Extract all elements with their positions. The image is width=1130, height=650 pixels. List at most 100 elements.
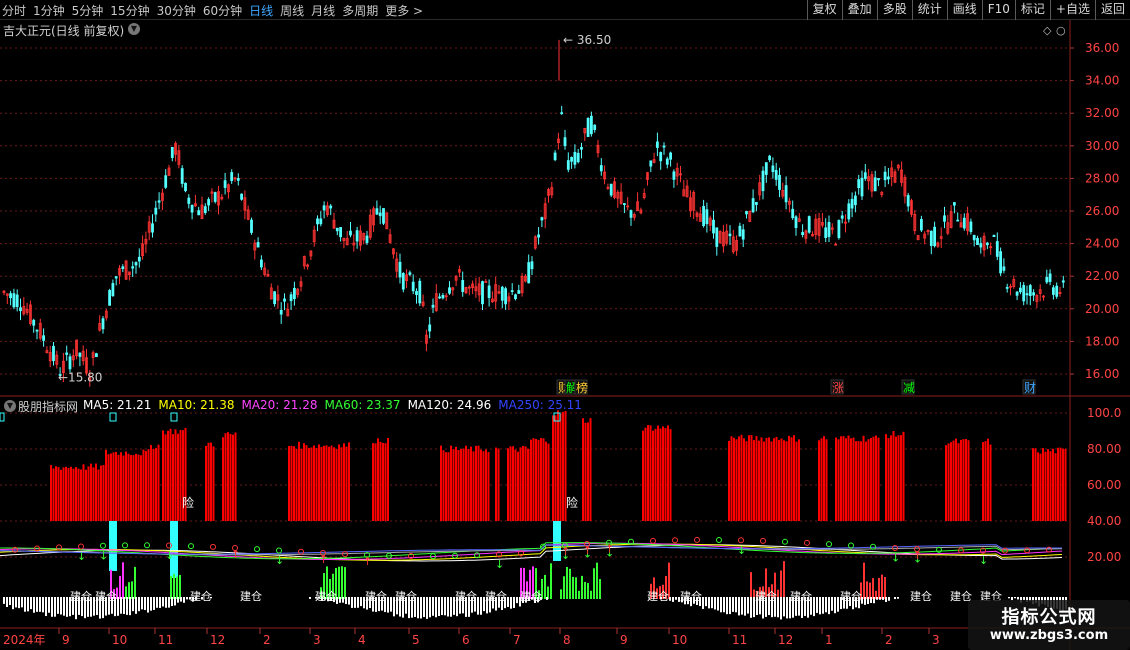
build-position-label: 建仓 xyxy=(455,589,477,603)
histogram-bar xyxy=(831,597,833,611)
strength-bar xyxy=(952,440,955,521)
candle-body xyxy=(19,307,22,312)
candle-body xyxy=(824,227,828,238)
histogram-bar xyxy=(144,597,146,611)
signal-circle xyxy=(672,537,678,544)
candle-body xyxy=(428,324,432,332)
sell-arrow: ↓ xyxy=(77,550,86,563)
signal-circle xyxy=(210,543,216,550)
strength-bar xyxy=(70,466,72,521)
period-tab[interactable]: 更多 > xyxy=(385,2,423,19)
histogram-bar xyxy=(837,597,839,612)
histogram-bar xyxy=(711,597,713,609)
strength-bar xyxy=(222,437,224,521)
toolbar-button[interactable]: F10 xyxy=(981,0,1015,20)
candle-body xyxy=(553,152,557,161)
strength-bar xyxy=(57,467,60,521)
strength-bar xyxy=(470,446,472,521)
period-tab[interactable]: 多周期 xyxy=(342,2,378,19)
toolbar-button[interactable]: 画线 xyxy=(946,0,982,20)
period-tab[interactable]: 1分钟 xyxy=(33,2,65,19)
strength-bar xyxy=(210,442,212,521)
period-tab[interactable]: 5分钟 xyxy=(72,2,104,19)
candle-body xyxy=(751,198,755,213)
strength-bar xyxy=(205,445,207,521)
candle-body xyxy=(207,199,211,206)
strength-bar xyxy=(1054,453,1057,521)
build-position-label: 建仓 xyxy=(95,589,117,603)
histogram-bar xyxy=(36,597,38,612)
period-tab[interactable]: 分时 xyxy=(2,2,26,19)
period-tab[interactable]: 15分钟 xyxy=(110,2,149,19)
build-position-label: 建仓 xyxy=(520,589,542,603)
candle-body xyxy=(840,215,844,219)
strength-bar xyxy=(860,441,862,521)
period-tab[interactable]: 日线 xyxy=(249,2,273,19)
signal-circle xyxy=(804,539,810,546)
strength-bar xyxy=(288,445,290,521)
candle-body xyxy=(322,205,326,211)
candle-body xyxy=(230,172,234,181)
chart-area[interactable]: 36.00 34.00 32.00 30.00 28.00 26.00 24.00 22.00… xyxy=(0,20,1130,650)
strength-bar xyxy=(105,449,107,521)
toolbar-button[interactable]: 复权 xyxy=(806,0,842,20)
indicator-tick-label: 20.00 xyxy=(1087,550,1121,564)
strength-bar xyxy=(887,438,890,521)
histogram-bar xyxy=(717,597,719,611)
toolbar-button[interactable]: 统计 xyxy=(911,0,947,20)
histogram-bar xyxy=(819,597,821,615)
time-axis-label: 6 xyxy=(462,633,470,647)
candle-body xyxy=(35,329,39,332)
period-tab[interactable]: 月线 xyxy=(311,2,335,19)
toolbar-button[interactable]: 返回 xyxy=(1094,0,1130,20)
toolbar-button[interactable]: 多股 xyxy=(876,0,912,20)
strength-bar xyxy=(890,435,892,521)
histogram-bar xyxy=(171,597,173,607)
chevron-down-icon[interactable]: ▼ xyxy=(4,400,16,412)
price-tick-label: 24.00 xyxy=(1085,237,1119,251)
volume-bar xyxy=(179,574,181,599)
candle-body xyxy=(481,281,484,305)
event-tag: 榜 xyxy=(576,380,588,395)
candle-body xyxy=(319,218,323,225)
toolbar-button[interactable]: +自选 xyxy=(1049,0,1095,20)
signal-circle xyxy=(144,542,150,549)
strength-bar xyxy=(60,469,62,521)
candle-body xyxy=(461,280,465,292)
period-tab[interactable]: 30分钟 xyxy=(157,2,196,19)
candle-body xyxy=(827,221,831,237)
histogram-bar xyxy=(864,597,866,605)
candle-body xyxy=(986,242,989,246)
signal-marker xyxy=(0,412,5,422)
histogram-bar xyxy=(780,597,782,620)
top-toolbar: 分时 1分钟 5分钟 15分钟 30分钟 60分钟 日线 周线 月线 多周期 更多 > 复权 叠加 多股… xyxy=(0,0,1130,20)
histogram-bar xyxy=(672,597,674,602)
toolbar-button[interactable]: 标记 xyxy=(1014,0,1050,20)
buy-arrow: ↑ xyxy=(583,544,592,557)
strength-bar xyxy=(308,447,310,521)
strength-bar xyxy=(960,439,962,521)
strength-bar xyxy=(293,446,295,521)
toolbar-button[interactable]: 叠加 xyxy=(841,0,877,20)
period-tab[interactable]: 60分钟 xyxy=(203,2,242,19)
histogram-bar xyxy=(129,597,131,616)
strength-bar xyxy=(382,442,384,521)
strength-bar xyxy=(847,435,850,521)
period-tab[interactable]: 周线 xyxy=(280,2,304,19)
histogram-bar xyxy=(729,597,731,615)
indicator-name[interactable]: 股朋指标网 xyxy=(18,398,78,415)
candle-body xyxy=(137,256,141,262)
strength-bar xyxy=(379,441,382,521)
stock-title[interactable]: 吉大正元(日线 前复权) xyxy=(3,22,124,39)
strength-bar xyxy=(102,464,105,521)
strength-bar xyxy=(142,449,145,521)
candle-body xyxy=(438,296,442,299)
histogram-bar xyxy=(342,597,344,603)
strength-bar xyxy=(659,428,662,521)
chevron-down-icon[interactable]: ▼ xyxy=(128,23,140,35)
strength-bar xyxy=(512,446,514,521)
ma-value: MA5: 21.21 xyxy=(83,398,152,412)
candle-body xyxy=(184,182,187,192)
histogram-bar xyxy=(177,597,179,603)
indicator-tick-label: 80.00 xyxy=(1087,442,1121,456)
